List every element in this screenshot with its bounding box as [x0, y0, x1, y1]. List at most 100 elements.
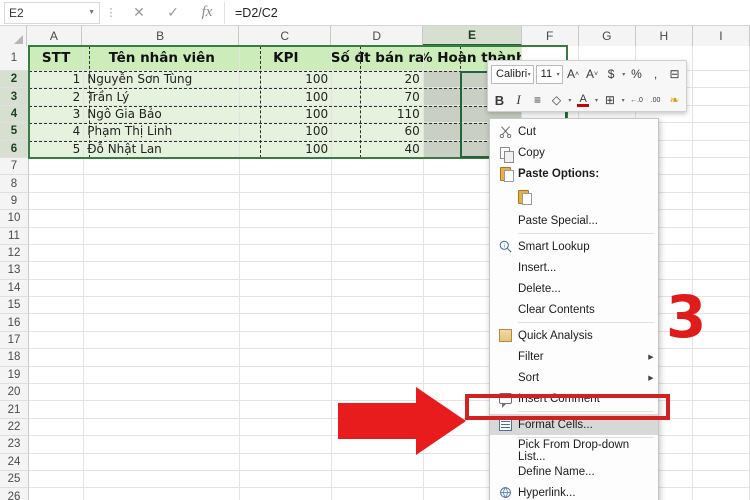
cell-B25[interactable] — [84, 470, 241, 488]
italic-icon[interactable]: I — [510, 90, 527, 110]
bold-icon[interactable]: B — [491, 90, 508, 110]
cell-B6[interactable]: Đỗ Nhật Lan — [84, 140, 241, 157]
cell-A15[interactable] — [29, 297, 85, 314]
cell-A21[interactable] — [29, 401, 85, 418]
cell-I20[interactable] — [693, 384, 750, 401]
cell-B1[interactable]: Tên nhân viên — [84, 46, 241, 70]
cell-A8[interactable] — [29, 175, 85, 192]
cell-B22[interactable] — [84, 418, 241, 436]
menu-item-insert[interactable]: Insert... — [490, 257, 658, 278]
cell-I1[interactable] — [693, 46, 750, 70]
chevron-down-icon[interactable]: ▾ — [528, 71, 531, 78]
borders-icon[interactable]: ⊞ — [601, 90, 618, 110]
cell-C10[interactable] — [240, 210, 333, 227]
cell-D8[interactable] — [332, 175, 424, 192]
cell-I4[interactable] — [693, 105, 750, 123]
cell-D12[interactable] — [332, 244, 424, 262]
font-color-icon[interactable]: A — [575, 90, 592, 110]
cell-A12[interactable] — [29, 244, 85, 262]
cell-A2[interactable]: 1 — [29, 71, 85, 88]
cell-A10[interactable] — [29, 210, 85, 227]
cell-B26[interactable] — [84, 488, 241, 500]
row-header-6[interactable]: 6 — [0, 140, 29, 158]
cell-C14[interactable] — [240, 279, 333, 297]
cell-C15[interactable] — [240, 297, 333, 314]
cell-B10[interactable] — [84, 210, 241, 227]
cell-C8[interactable] — [240, 175, 333, 192]
cell-B2[interactable]: Nguyễn Sơn Tùng — [84, 71, 241, 88]
cell-D26[interactable] — [332, 488, 424, 500]
column-header-g[interactable]: G — [578, 26, 636, 46]
cell-I19[interactable] — [693, 366, 750, 384]
cell-C18[interactable] — [240, 349, 333, 366]
align-center-icon[interactable]: ≡ — [529, 90, 546, 110]
cell-I7[interactable] — [693, 157, 750, 175]
enter-icon[interactable]: ✓ — [156, 2, 190, 24]
cell-A7[interactable] — [29, 157, 85, 175]
column-header-e[interactable]: E — [423, 26, 522, 46]
cell-C12[interactable] — [240, 244, 333, 262]
cell-B9[interactable] — [84, 192, 241, 210]
cell-C24[interactable] — [240, 453, 333, 470]
cell-D9[interactable] — [332, 192, 424, 210]
column-header-h[interactable]: H — [635, 26, 693, 46]
cell-A25[interactable] — [29, 470, 85, 488]
menu-item-smart-lookup[interactable]: i Smart Lookup — [490, 236, 658, 257]
cell-I12[interactable] — [693, 244, 750, 262]
cell-I24[interactable] — [693, 453, 750, 470]
chevron-down-icon[interactable]: ▾ — [567, 97, 573, 104]
cell-B20[interactable] — [84, 384, 241, 401]
menu-item-format-cells[interactable]: Format Cells... — [490, 414, 658, 435]
cell-A22[interactable] — [29, 418, 85, 436]
menu-item-insert-comment[interactable]: Insert Comment — [490, 388, 658, 409]
cell-C16[interactable] — [240, 314, 333, 331]
row-header-23[interactable]: 23 — [0, 436, 29, 454]
cell-I18[interactable] — [693, 349, 750, 366]
row-header-3[interactable]: 3 — [0, 88, 29, 106]
formula-input[interactable]: =D2/C2 — [224, 1, 750, 24]
cell-A14[interactable] — [29, 279, 85, 297]
cell-D14[interactable] — [332, 279, 424, 297]
cell-C7[interactable] — [240, 157, 333, 175]
cell-C13[interactable] — [240, 262, 333, 279]
percent-format-icon[interactable]: % — [628, 64, 645, 84]
cell-C4[interactable]: 100 — [240, 105, 333, 123]
cell-B3[interactable]: Trần Lý — [84, 88, 241, 105]
row-header-25[interactable]: 25 — [0, 470, 29, 489]
cell-D25[interactable] — [332, 470, 424, 488]
cell-I5[interactable] — [693, 123, 750, 140]
chevron-down-icon[interactable]: ▾ — [557, 71, 560, 78]
cell-C22[interactable] — [240, 418, 333, 436]
menu-item-copy[interactable]: Copy — [490, 142, 658, 163]
cell-I21[interactable] — [693, 401, 750, 418]
menu-item-define-name[interactable]: Define Name... — [490, 461, 658, 482]
cell-D10[interactable] — [332, 210, 424, 227]
cancel-icon[interactable]: ✕ — [122, 2, 156, 24]
cell-I6[interactable] — [693, 140, 750, 157]
row-header-22[interactable]: 22 — [0, 418, 29, 437]
cell-I3[interactable] — [693, 88, 750, 105]
cell-A19[interactable] — [29, 366, 85, 384]
cell-B4[interactable]: Ngô Gia Bảo — [84, 105, 241, 123]
select-all-corner[interactable] — [0, 26, 27, 46]
row-header-18[interactable]: 18 — [0, 349, 29, 367]
row-header-9[interactable]: 9 — [0, 192, 29, 211]
column-header-a[interactable]: A — [26, 26, 82, 46]
cell-B16[interactable] — [84, 314, 241, 331]
chevron-down-icon[interactable]: ▼ — [88, 9, 95, 16]
cell-B24[interactable] — [84, 453, 241, 470]
decrease-decimal-icon[interactable]: .00 — [647, 90, 664, 110]
row-header-4[interactable]: 4 — [0, 105, 29, 124]
chevron-down-icon[interactable]: ▾ — [620, 97, 626, 104]
cell-B8[interactable] — [84, 175, 241, 192]
cell-B5[interactable]: Phạm Thị Linh — [84, 123, 241, 140]
cell-C6[interactable]: 100 — [240, 140, 333, 157]
cell-A1[interactable]: STT — [29, 46, 85, 70]
more-icon[interactable]: ⋮ — [100, 7, 122, 18]
cell-C19[interactable] — [240, 366, 333, 384]
cell-I10[interactable] — [693, 210, 750, 227]
cell-B14[interactable] — [84, 279, 241, 297]
context-menu[interactable]: Cut Copy Paste Options: Paste Special... i Sm… — [489, 118, 659, 500]
mini-format-toolbar[interactable]: Calibri ▾ 11 ▾ A ˄ A ˅ $ ▾ % , ⊟ B I ≡ ◇ ▾ — [487, 60, 687, 112]
cell-C11[interactable] — [240, 227, 333, 244]
